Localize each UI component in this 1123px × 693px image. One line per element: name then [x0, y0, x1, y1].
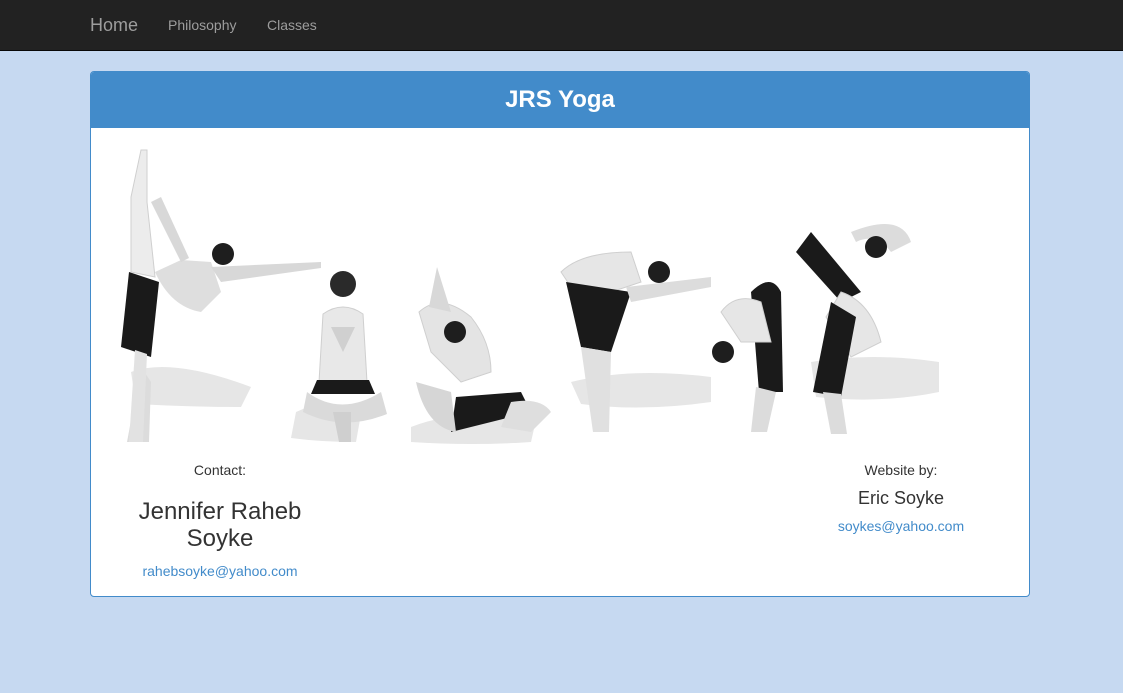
yoga-figure-2	[303, 271, 387, 442]
nav-home-link[interactable]: Home	[90, 0, 138, 50]
nav-philosophy-link[interactable]: Philosophy	[168, 0, 237, 50]
contact-email-link[interactable]: rahebsoyke@yahoo.com	[111, 563, 329, 579]
contact-name: Jennifer Raheb Soyke	[138, 498, 302, 552]
main-panel: JRS Yoga Contact: Jennifer Raheb Soyke r…	[90, 71, 1030, 597]
website-credit-name: Eric Soyke	[857, 488, 945, 508]
website-credit-label: Website by:	[864, 462, 938, 478]
yoga-poses-photo	[121, 149, 939, 444]
website-credit-email-link[interactable]: soykes@yahoo.com	[791, 518, 1011, 534]
yoga-figure-5	[712, 282, 783, 432]
website-credit-block: Website by: Eric Soyke soykes@yahoo.com	[791, 460, 1011, 534]
contact-block: Contact: Jennifer Raheb Soyke rahebsoyke…	[111, 460, 329, 579]
top-navbar: Home Philosophy Classes	[0, 0, 1123, 51]
nav-classes-link[interactable]: Classes	[267, 0, 317, 50]
panel-title: JRS Yoga	[91, 72, 1029, 128]
yoga-figure-6	[796, 224, 911, 434]
contact-label: Contact:	[193, 462, 247, 478]
yoga-figure-3	[416, 267, 551, 432]
